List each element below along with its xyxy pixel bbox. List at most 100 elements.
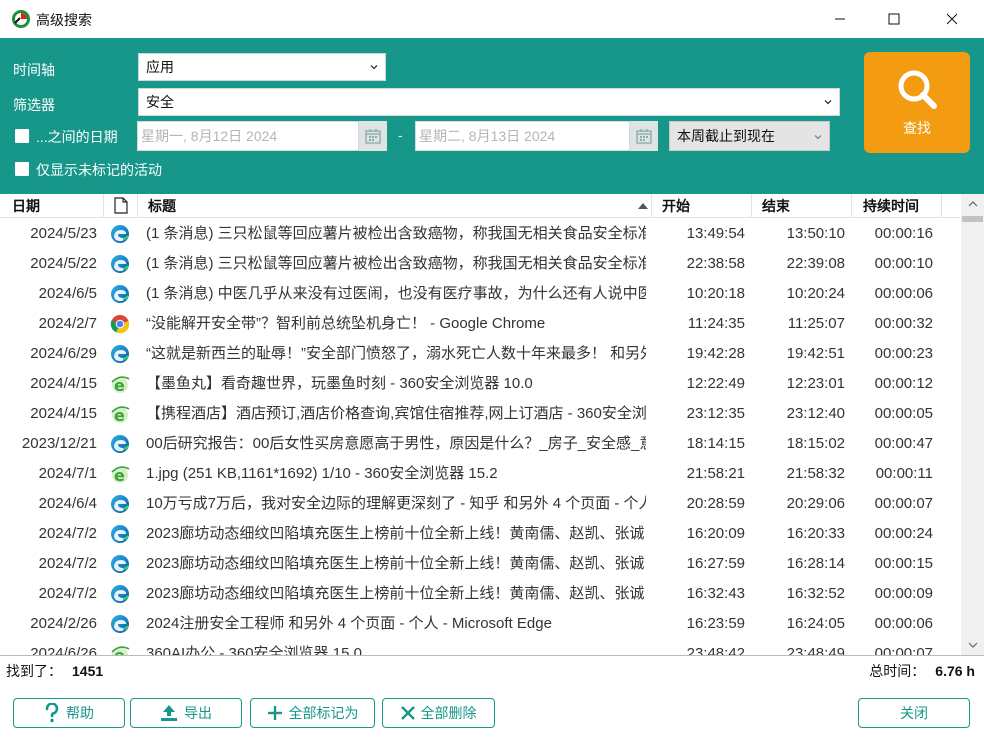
row-title: 2024注册安全工程师 和另外 4 个页面 - 个人 - Microsoft E… bbox=[146, 615, 552, 632]
scroll-down-button[interactable] bbox=[961, 635, 984, 655]
between-dates-checkbox[interactable] bbox=[15, 129, 29, 143]
column-header-start[interactable]: 开始 bbox=[652, 194, 752, 218]
close-window-button[interactable] bbox=[925, 0, 979, 38]
row-start: 23:12:35 bbox=[686, 405, 745, 422]
row-title: 1.jpg (251 KB,1161*1692) 1/10 - 360安全浏览器… bbox=[146, 465, 498, 482]
column-header-duration[interactable]: 持续时间 bbox=[852, 194, 942, 218]
row-title: 2023廊坊动态细纹凹陷填充医生上榜前十位全新上线！黄南儒、赵凯、张诚 bbox=[146, 585, 645, 602]
date-range-dropdown[interactable]: 本周截止到现在 bbox=[669, 121, 830, 151]
close-button[interactable]: 关闭 bbox=[858, 698, 970, 728]
table-row[interactable]: 2024/4/15 e 【携程酒店】酒店预订,酒店价格查询,宾馆住宿推荐,网上订酒店… bbox=[0, 399, 960, 429]
row-title: 10万亏成7万后，我对安全边际的理解更深刻了 - 知乎 和另外 4 个页面 - … bbox=[146, 495, 646, 512]
minimize-button[interactable] bbox=[813, 0, 867, 38]
row-date: 2024/7/2 bbox=[38, 525, 97, 542]
scroll-thumb[interactable] bbox=[962, 216, 983, 222]
timeline-dropdown[interactable]: 应用 bbox=[138, 53, 386, 81]
table-row[interactable]: 2024/4/15 e 【墨鱼丸】看奇趣世界，玩墨鱼时刻 - 360安全浏览器 10… bbox=[0, 369, 960, 399]
question-icon bbox=[45, 703, 59, 723]
date-from-calendar-button[interactable] bbox=[359, 121, 387, 151]
row-title: (1 条消息) 中医几乎从来没有过医闹，也没有医疗事故，为什么还有人说中医 bbox=[146, 285, 646, 302]
row-date: 2024/6/4 bbox=[38, 495, 97, 512]
table-row[interactable]: 2024/6/26 e 360AI办公 - 360安全浏览器 15.0 23:48:4… bbox=[0, 639, 960, 655]
table-row[interactable]: 2024/6/4 10万亏成7万后，我对安全边际的理解更深刻了 - 知乎 和另外 … bbox=[0, 489, 960, 519]
title-bar: 高级搜索 bbox=[0, 0, 984, 38]
date-separator: - bbox=[398, 127, 403, 143]
row-end: 18:15:02 bbox=[786, 435, 845, 452]
total-time: 总时间： 6.76 h bbox=[869, 661, 975, 681]
row-end: 19:42:51 bbox=[786, 345, 845, 362]
row-duration: 00:00:23 bbox=[874, 345, 933, 362]
export-button[interactable]: 导出 bbox=[130, 698, 242, 728]
table-row[interactable]: 2024/2/7 “没能解开安全带”？智利前总统坠机身亡！ - Google Ch… bbox=[0, 309, 960, 339]
table-row[interactable]: 2024/7/2 2023廊坊动态细纹凹陷填充医生上榜前十位全新上线！黄南儒、赵凯… bbox=[0, 549, 960, 579]
chevron-down-icon bbox=[824, 100, 832, 105]
row-duration: 00:00:06 bbox=[874, 615, 933, 632]
row-date: 2024/7/1 bbox=[38, 465, 97, 482]
edge-icon bbox=[110, 489, 134, 519]
row-start: 16:27:59 bbox=[686, 555, 745, 572]
table-row[interactable]: 2024/5/23 (1 条消息) 三只松鼠等回应薯片被检出含致癌物，称我国无相关… bbox=[0, 219, 960, 249]
edge-icon bbox=[110, 549, 134, 579]
maximize-button[interactable] bbox=[867, 0, 921, 38]
row-title: 【携程酒店】酒店预订,酒店价格查询,宾馆住宿推荐,网上订酒店 - 360安全浏览… bbox=[146, 405, 646, 422]
column-header-end[interactable]: 结束 bbox=[752, 194, 852, 218]
row-title: (1 条消息) 三只松鼠等回应薯片被检出含致癌物，称我国无相关食品安全标准 bbox=[146, 225, 646, 242]
row-end: 20:29:06 bbox=[786, 495, 845, 512]
results-table: 2024/5/23 (1 条消息) 三只松鼠等回应薯片被检出含致癌物，称我国无相关… bbox=[0, 219, 960, 655]
row-duration: 00:00:32 bbox=[874, 315, 933, 332]
column-header-title[interactable]: 标题 bbox=[138, 194, 652, 218]
found-label: 找到了： bbox=[6, 663, 62, 679]
found-value: 1451 bbox=[72, 663, 104, 679]
column-header-type[interactable] bbox=[104, 194, 138, 218]
unmarked-only-checkbox[interactable] bbox=[15, 162, 29, 176]
row-date: 2024/2/7 bbox=[38, 315, 97, 332]
row-end: 16:24:05 bbox=[786, 615, 845, 632]
search-button-label: 查找 bbox=[903, 119, 931, 136]
row-end: 10:20:24 bbox=[786, 285, 845, 302]
upload-icon bbox=[161, 705, 177, 721]
row-duration: 00:00:05 bbox=[874, 405, 933, 422]
unmarked-only-label: 仅显示未标记的活动 bbox=[36, 162, 162, 178]
edge-icon bbox=[110, 339, 134, 369]
row-start: 13:49:54 bbox=[686, 225, 745, 242]
column-header-date[interactable]: 日期 bbox=[0, 194, 104, 218]
date-to-calendar-button[interactable] bbox=[630, 121, 658, 151]
table-row[interactable]: 2023/12/21 00后研究报告：00后女性买房意愿高于男性，原因是什么？_房… bbox=[0, 429, 960, 459]
table-row[interactable]: 2024/2/26 2024注册安全工程师 和另外 4 个页面 - 个人 - Mi… bbox=[0, 609, 960, 639]
filter-dropdown[interactable]: 安全 bbox=[138, 88, 840, 116]
row-start: 16:20:09 bbox=[686, 525, 745, 542]
row-start: 12:22:49 bbox=[686, 375, 745, 392]
row-start: 11:24:35 bbox=[687, 315, 745, 332]
row-start: 19:42:28 bbox=[686, 345, 745, 362]
mark-all-button-label: 全部标记为 bbox=[288, 705, 359, 721]
row-title: 2023廊坊动态细纹凹陷填充医生上榜前十位全新上线！黄南儒、赵凯、张诚 bbox=[146, 525, 645, 542]
row-end: 12:23:01 bbox=[786, 375, 845, 392]
row-start: 16:23:59 bbox=[686, 615, 745, 632]
mark-all-button[interactable]: 全部标记为 bbox=[250, 698, 375, 728]
table-row[interactable]: 2024/6/29 “这就是新西兰的耻辱！”安全部门愤怒了，溺水死亡人数十年来最多… bbox=[0, 339, 960, 369]
date-to-field[interactable]: 星期二, 8月13日 2024 bbox=[415, 121, 630, 151]
row-date: 2024/6/26 bbox=[30, 645, 97, 655]
scroll-up-button[interactable] bbox=[961, 194, 984, 214]
edge-icon bbox=[110, 249, 134, 279]
help-button-label: 帮助 bbox=[66, 705, 94, 721]
search-button[interactable]: 查找 bbox=[864, 52, 970, 153]
delete-all-button[interactable]: 全部删除 bbox=[382, 698, 495, 728]
date-from-field[interactable]: 星期一, 8月12日 2024 bbox=[137, 121, 359, 151]
chevron-down-icon bbox=[814, 135, 822, 140]
row-duration: 00:00:07 bbox=[874, 645, 933, 655]
table-row[interactable]: 2024/5/22 (1 条消息) 三只松鼠等回应薯片被检出含致癌物，称我国无相关… bbox=[0, 249, 960, 279]
row-end: 11:25:07 bbox=[787, 315, 845, 332]
date-range-value: 本周截止到现在 bbox=[677, 128, 775, 144]
table-row[interactable]: 2024/7/2 2023廊坊动态细纹凹陷填充医生上榜前十位全新上线！黄南儒、赵凯… bbox=[0, 519, 960, 549]
row-start: 20:28:59 bbox=[686, 495, 745, 512]
maximize-icon bbox=[888, 13, 900, 25]
table-row[interactable]: 2024/7/1 e 1.jpg (251 KB,1161*1692) 1/10 -… bbox=[0, 459, 960, 489]
help-button[interactable]: 帮助 bbox=[13, 698, 125, 728]
row-date: 2024/5/22 bbox=[30, 255, 97, 272]
vertical-scrollbar[interactable] bbox=[961, 194, 984, 655]
row-end: 21:58:32 bbox=[786, 465, 845, 482]
table-row[interactable]: 2024/7/2 2023廊坊动态细纹凹陷填充医生上榜前十位全新上线！黄南儒、赵凯… bbox=[0, 579, 960, 609]
row-duration: 00:00:12 bbox=[874, 375, 933, 392]
table-row[interactable]: 2024/6/5 (1 条消息) 中医几乎从来没有过医闹，也没有医疗事故，为什么还… bbox=[0, 279, 960, 309]
